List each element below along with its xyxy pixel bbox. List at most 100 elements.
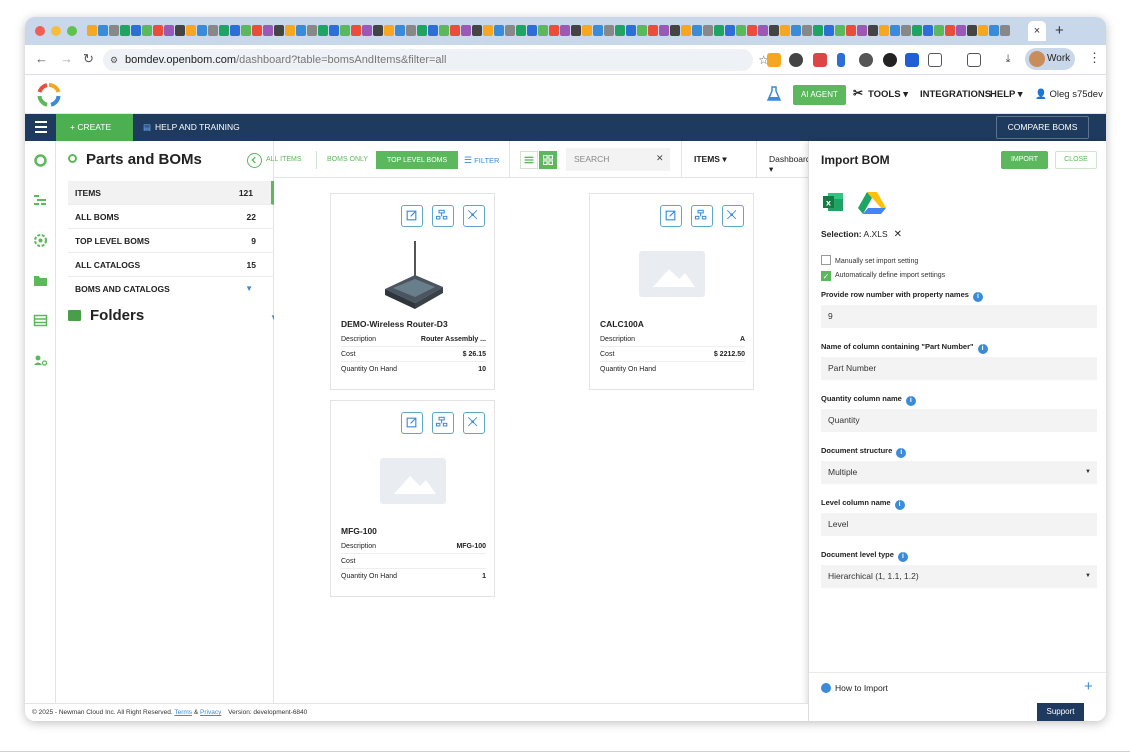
forward-icon[interactable]: →	[60, 51, 73, 66]
collapse-panel-icon[interactable]	[247, 153, 262, 168]
graph-view-button[interactable]	[722, 205, 744, 227]
list-view-button[interactable]	[520, 151, 538, 169]
parts-boms-icon[interactable]	[33, 153, 48, 168]
extension-hat-icon[interactable]	[789, 53, 803, 67]
graph-view-button[interactable]	[463, 412, 485, 434]
flask-icon[interactable]	[767, 86, 781, 102]
bom-structure-button[interactable]	[432, 412, 454, 434]
pinned-tab-favicon-icon[interactable]	[725, 25, 735, 36]
checkbox-checked[interactable]: ✓	[821, 271, 831, 281]
open-item-button[interactable]	[660, 205, 682, 227]
pinned-tab-favicon-icon[interactable]	[637, 25, 647, 36]
pinned-tab-favicon-icon[interactable]	[428, 25, 438, 36]
open-item-button[interactable]	[401, 205, 423, 227]
close-button[interactable]: CLOSE	[1055, 151, 1097, 169]
site-settings-icon[interactable]: ⚙	[110, 49, 118, 71]
pinned-tab-favicon-icon[interactable]	[648, 25, 658, 36]
privacy-link[interactable]: Privacy	[200, 709, 221, 716]
bom-structure-button[interactable]	[432, 205, 454, 227]
info-icon[interactable]: i	[894, 500, 905, 510]
pinned-tab-favicon-icon[interactable]	[208, 25, 218, 36]
pinned-tab-favicon-icon[interactable]	[868, 25, 878, 36]
pinned-tab-favicon-icon[interactable]	[483, 25, 493, 36]
pinned-tab-favicon-icon[interactable]	[989, 25, 999, 36]
close-window-button[interactable]	[35, 26, 45, 36]
pinned-tab-favicon-icon[interactable]	[901, 25, 911, 36]
pinned-tab-favicon-icon[interactable]	[626, 25, 636, 36]
pinned-tab-favicon-icon[interactable]	[230, 25, 240, 36]
address-bar[interactable]: ⚙ bomdev.openbom.com/dashboard?table=bom…	[103, 49, 769, 71]
pinned-tab-favicon-icon[interactable]	[560, 25, 570, 36]
back-icon[interactable]: ←	[35, 51, 48, 66]
pinned-tab-favicon-icon[interactable]	[131, 25, 141, 36]
extension-trello-icon[interactable]	[837, 53, 845, 67]
expand-plus-icon[interactable]: +	[1084, 678, 1093, 695]
pinned-tab-favicon-icon[interactable]	[670, 25, 680, 36]
search-input[interactable]: SEARCH	[566, 148, 670, 171]
pinned-tab-favicon-icon[interactable]	[615, 25, 625, 36]
info-icon[interactable]: i	[977, 344, 988, 354]
pinned-tab-favicon-icon[interactable]	[835, 25, 845, 36]
items-dropdown[interactable]: ITEMS ▾	[694, 154, 727, 165]
pinned-tab-favicon-icon[interactable]	[494, 25, 504, 36]
folders-section[interactable]: Folders	[68, 307, 144, 324]
tools-menu[interactable]: TOOLS ▾	[868, 89, 908, 100]
import-button[interactable]: IMPORT	[1001, 151, 1048, 169]
extension-dark-icon[interactable]	[883, 53, 897, 67]
pinned-tab-favicon-icon[interactable]	[714, 25, 724, 36]
filter-button[interactable]: ☰ FILTER	[464, 155, 499, 166]
pinned-tab-favicon-icon[interactable]	[274, 25, 284, 36]
pinned-tab-favicon-icon[interactable]	[219, 25, 229, 36]
extension-blue-icon[interactable]	[905, 53, 919, 67]
pinned-tab-favicon-icon[interactable]	[263, 25, 273, 36]
pinned-tab-favicon-icon[interactable]	[120, 25, 130, 36]
pinned-tab-favicon-icon[interactable]	[956, 25, 966, 36]
open-item-button[interactable]	[401, 412, 423, 434]
pinned-tab-favicon-icon[interactable]	[439, 25, 449, 36]
ai-agent-button[interactable]: AI AGENT	[793, 85, 846, 105]
info-icon[interactable]: i	[897, 552, 908, 562]
top-level-boms-filter[interactable]: TOP LEVEL BOMS	[376, 151, 459, 169]
chevron-down-icon[interactable]: ▼	[245, 277, 253, 301]
pinned-tab-favicon-icon[interactable]	[142, 25, 152, 36]
info-icon[interactable]: i	[896, 448, 907, 458]
pinned-tab-favicon-icon[interactable]	[967, 25, 977, 36]
pinned-tab-favicon-icon[interactable]	[307, 25, 317, 36]
graph-view-button[interactable]	[463, 205, 485, 227]
download-icon[interactable]: ⤓	[1001, 53, 1015, 67]
settings-gear-icon[interactable]	[33, 233, 48, 248]
nav-item-all-boms[interactable]: ALL BOMS 22	[68, 205, 274, 229]
pinned-tab-favicon-icon[interactable]	[736, 25, 746, 36]
pinned-tab-favicon-icon[interactable]	[659, 25, 669, 36]
pinned-tab-favicon-icon[interactable]	[395, 25, 405, 36]
boms-only-filter[interactable]: BOMS ONLY	[316, 151, 380, 169]
create-button[interactable]: + CREATE	[56, 114, 133, 141]
pinned-tab-favicon-icon[interactable]	[87, 25, 97, 36]
pinned-tab-favicon-icon[interactable]	[373, 25, 383, 36]
pinned-tab-favicon-icon[interactable]	[186, 25, 196, 36]
pinned-tab-favicon-icon[interactable]	[890, 25, 900, 36]
pinned-tab-favicon-icon[interactable]	[846, 25, 856, 36]
grid-view-button[interactable]	[539, 151, 557, 169]
info-icon[interactable]: i	[972, 292, 983, 302]
nav-item-items[interactable]: ITEMS 121	[68, 181, 274, 205]
pinned-tab-favicon-icon[interactable]	[516, 25, 526, 36]
dashboard-dropdown[interactable]: Dashboard ▾	[769, 154, 811, 175]
new-tab-button[interactable]: +	[1055, 22, 1064, 39]
auto-setting-checkbox[interactable]: ✓ Automatically define import settings	[821, 271, 945, 281]
browser-menu-icon[interactable]: ⋮	[1088, 50, 1101, 66]
pinned-tab-favicon-icon[interactable]	[527, 25, 537, 36]
pinned-tab-favicon-icon[interactable]	[1000, 25, 1010, 36]
nav-item-all-catalogs[interactable]: ALL CATALOGS 15	[68, 253, 274, 277]
excel-icon[interactable]: x	[823, 192, 844, 212]
pinned-tab-favicon-icon[interactable]	[109, 25, 119, 36]
pinned-tab-favicon-icon[interactable]	[296, 25, 306, 36]
checkbox-box[interactable]	[821, 255, 831, 265]
pinned-tab-favicon-icon[interactable]	[813, 25, 823, 36]
pinned-tab-favicon-icon[interactable]	[450, 25, 460, 36]
pinned-tab-favicon-icon[interactable]	[285, 25, 295, 36]
pinned-tab-favicon-icon[interactable]	[461, 25, 471, 36]
item-card[interactable]: CALC100A Description A Cost $ 2212.50 Quan…	[589, 193, 754, 390]
profile-button[interactable]: Work	[1025, 48, 1075, 70]
manual-setting-checkbox[interactable]: Manually set import setting	[821, 255, 918, 267]
